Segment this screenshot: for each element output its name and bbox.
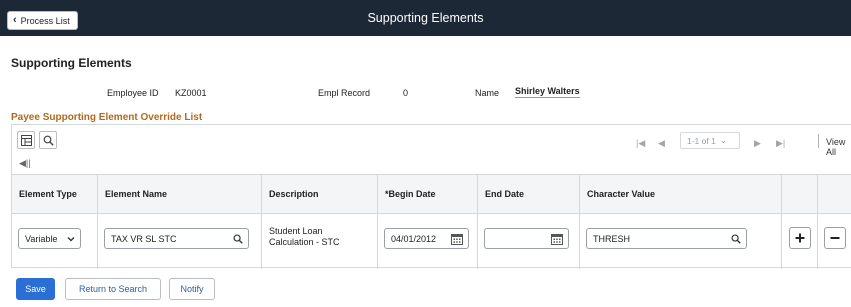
notify-button[interactable]: Notify [169, 278, 215, 300]
expand-columns-icon[interactable]: ◀|| [19, 158, 31, 169]
column-divider [377, 174, 378, 269]
element-name-value: TAX VR SL STC [111, 233, 177, 244]
personalize-grid-button[interactable] [17, 131, 35, 149]
previous-page-icon[interactable]: ◀ [658, 138, 665, 149]
col-header-element-type: Element Type [19, 189, 77, 199]
column-divider [97, 174, 98, 269]
top-banner: ‹ Process List Supporting Elements [0, 0, 851, 36]
save-button[interactable]: Save [16, 278, 55, 300]
add-row-button[interactable] [789, 227, 811, 249]
search-icon [43, 135, 54, 146]
employee-id-label: Employee ID [107, 88, 159, 98]
next-page-icon[interactable]: ▶ [754, 138, 761, 149]
column-divider [261, 174, 262, 269]
view-all-link[interactable]: View All [826, 137, 851, 157]
element-name-field[interactable]: TAX VR SL STC [104, 228, 249, 249]
empl-record-value: 0 [403, 88, 409, 98]
employee-name-value: Shirley Walters [515, 86, 580, 98]
grid-settings-icon [20, 134, 32, 146]
grid-header-row: Element Type Element Name Description *B… [12, 174, 851, 214]
col-header-begin-date: *Begin Date [385, 189, 436, 199]
row-range-select[interactable]: 1-1 of 1 ⌄ [680, 132, 740, 149]
empl-record-label: Empl Record [318, 88, 371, 98]
return-to-search-button[interactable]: Return to Search [65, 278, 161, 300]
name-label: Name [475, 88, 500, 98]
employee-id-value: KZ0001 [175, 88, 207, 98]
minus-icon [830, 237, 840, 239]
col-header-end-date: End Date [485, 189, 525, 199]
col-header-character-value: Character Value [587, 189, 656, 199]
end-date-field[interactable] [484, 228, 569, 249]
page-title: Supporting Elements [11, 56, 132, 70]
grid-title: Payee Supporting Element Override List [11, 112, 203, 123]
last-page-icon[interactable]: ▶| [776, 138, 785, 149]
override-list-grid: |◀ ◀ 1-1 of 1 ⌄ ▶ ▶| View All ◀|| Elemen… [11, 124, 851, 269]
chevron-down-icon [67, 237, 75, 242]
column-divider [477, 174, 478, 269]
column-divider [781, 174, 782, 269]
plus-icon [795, 233, 805, 243]
element-type-value: Variable [25, 233, 58, 244]
lookup-search-icon[interactable] [233, 234, 243, 244]
calendar-icon[interactable] [451, 233, 463, 245]
first-page-icon[interactable]: |◀ [636, 138, 645, 149]
character-value-value: THRESH [593, 233, 631, 244]
description-line-2: Calculation - STC [269, 237, 340, 247]
begin-date-value: 04/01/2012 [391, 233, 437, 244]
element-type-select[interactable]: Variable [18, 228, 81, 249]
find-in-grid-button[interactable] [39, 131, 57, 149]
column-divider [817, 174, 818, 269]
lookup-search-icon[interactable] [731, 234, 741, 244]
row-range-label: 1-1 of 1 [687, 135, 716, 146]
character-value-field[interactable]: THRESH [586, 228, 747, 249]
column-divider [579, 174, 580, 269]
col-header-description: Description [269, 189, 319, 199]
begin-date-field[interactable]: 04/01/2012 [384, 228, 469, 249]
chevron-down-icon: ⌄ [719, 135, 727, 145]
col-header-element-name: Element Name [105, 189, 168, 199]
delete-row-button[interactable] [824, 227, 846, 249]
calendar-icon[interactable] [551, 233, 563, 245]
divider [818, 134, 819, 148]
description-line-1: Student Loan [269, 226, 323, 236]
banner-title: Supporting Elements [367, 11, 484, 25]
